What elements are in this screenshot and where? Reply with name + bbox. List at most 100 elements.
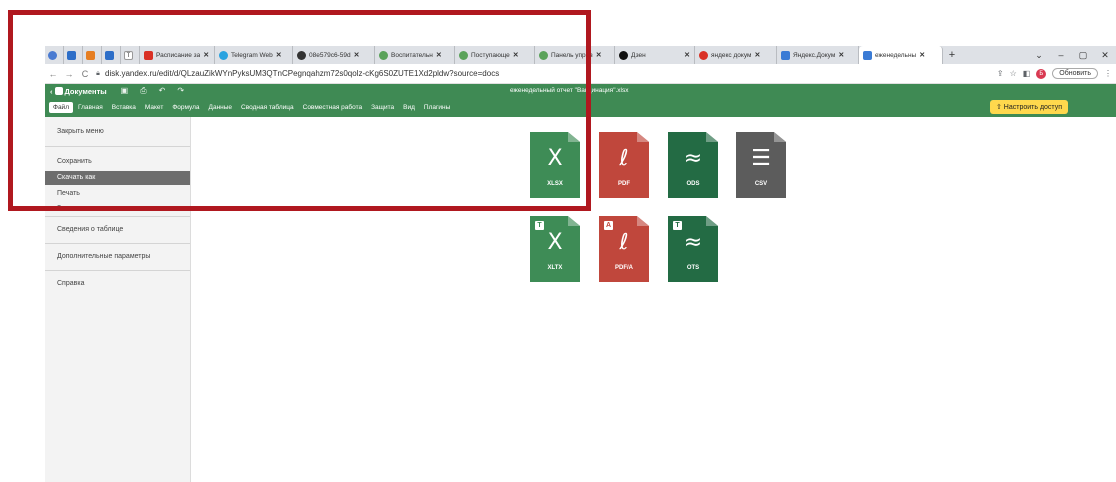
browser-menu-icon[interactable]: ⋮ (1104, 69, 1112, 78)
new-tab-button[interactable]: + (943, 49, 961, 61)
tab-title: Расписание за (156, 51, 201, 59)
format-tile-pdfa[interactable]: A ℓ PDF/A (599, 216, 649, 282)
document-title: еженедельный отчет "Вакцинация".xlsx (510, 87, 629, 94)
app-logo[interactable]: ‹ Документы (50, 87, 107, 96)
site-favicon-icon (539, 50, 548, 60)
print-icon[interactable]: ⎙ (140, 86, 146, 96)
tab-close-icon[interactable]: ✕ (203, 51, 209, 59)
tab-close-icon[interactable]: ✕ (754, 51, 760, 59)
archive-badge: A (604, 221, 613, 230)
menu-file[interactable]: Файл (49, 102, 73, 113)
tab-close-icon[interactable]: ✕ (919, 51, 925, 59)
format-label: XLSX (547, 181, 563, 187)
browser-tab[interactable]: яндекс докум ✕ (695, 46, 777, 64)
tab-title: еженедельны (875, 51, 917, 59)
browser-tab[interactable]: Расписание за ✕ (140, 46, 215, 64)
browser-tab[interactable] (45, 46, 64, 64)
minimize-icon[interactable]: – (1050, 50, 1072, 61)
profile-avatar[interactable]: Б (1036, 68, 1047, 79)
format-tile-xlsx[interactable]: X XLSX (530, 132, 580, 198)
menu-data[interactable]: Данные (205, 102, 236, 113)
menu-view[interactable]: Вид (399, 102, 419, 113)
lock-icon[interactable]: 🔒︎ (93, 70, 103, 78)
forward-icon[interactable]: → (61, 69, 77, 79)
browser-tab[interactable] (102, 46, 121, 64)
browser-tab[interactable]: Воспитательн ✕ (375, 46, 455, 64)
table-info-item[interactable]: Сведения о таблице (45, 223, 190, 237)
bookmark-star-icon[interactable]: ☆ (1010, 69, 1017, 78)
tab-close-icon[interactable]: ✕ (354, 51, 360, 59)
browser-tab[interactable]: 08e579c6-59d ✕ (293, 46, 375, 64)
menu-home[interactable]: Главная (74, 102, 107, 113)
menu-pivot-table[interactable]: Сводная таблица (237, 102, 298, 113)
side-panel-icon[interactable]: ◧ (1023, 69, 1031, 78)
browser-tab-active[interactable]: еженедельны ✕ (859, 46, 943, 64)
openoffice-icon: ≈ (683, 146, 703, 171)
yandex-icon (699, 50, 708, 60)
advanced-settings-item[interactable]: Дополнительные параметры (45, 250, 190, 264)
tab-close-icon[interactable]: ✕ (596, 51, 602, 59)
update-button[interactable]: Обновить (1052, 68, 1098, 79)
dzen-icon (619, 50, 628, 60)
help-item[interactable]: Справка (45, 277, 190, 291)
menu-insert[interactable]: Вставка (108, 102, 140, 113)
format-tile-xltx[interactable]: T X XLTX (530, 216, 580, 282)
tab-close-icon[interactable]: ✕ (838, 51, 844, 59)
menu-collaboration[interactable]: Совместная работа (299, 102, 366, 113)
back-chevron-icon: ‹ (50, 86, 53, 96)
screenshot-root: T Расписание за ✕ Telegram Web ✕ 08e579c6-… (0, 0, 1116, 482)
share-page-icon[interactable]: ⇪ (997, 69, 1004, 78)
browser-tab-strip: T Расписание за ✕ Telegram Web ✕ 08e579c6-… (45, 46, 1116, 64)
tab-favicon-icon (105, 50, 114, 60)
browser-tab[interactable]: Яндекс.Докум ✕ (777, 46, 859, 64)
yandex-docs-icon (863, 50, 872, 60)
reload-icon[interactable]: C (77, 69, 93, 79)
undo-icon[interactable]: ↶ (159, 86, 166, 96)
sidebar-divider (45, 146, 190, 147)
quick-tools: ▣ ⎙ ↶ ↷ (121, 86, 184, 96)
restore-icon[interactable]: ▢ (1072, 50, 1094, 61)
browser-tab[interactable]: Панель управ ✕ (535, 46, 615, 64)
menu-layout[interactable]: Макет (141, 102, 167, 113)
tab-favicon-icon: T (124, 50, 133, 60)
share-access-button[interactable]: ⇧ Настроить доступ (989, 100, 1068, 114)
browser-tab[interactable]: Поступающе ✕ (455, 46, 535, 64)
protect-item[interactable]: Защитить (45, 202, 190, 210)
openoffice-icon: ≈ (683, 230, 703, 255)
tab-close-icon[interactable]: ✕ (276, 51, 282, 59)
save-item[interactable]: Сохранить (45, 155, 190, 169)
tab-title: 08e579c6-59d (309, 51, 351, 59)
tab-close-icon[interactable]: ✕ (513, 51, 519, 59)
menu-formula[interactable]: Формула (168, 102, 203, 113)
format-tile-ods[interactable]: ≈ ODS (668, 132, 718, 198)
share-access-label: Настроить доступ (1003, 104, 1062, 111)
format-tile-csv[interactable]: ☰ CSV (736, 132, 786, 198)
format-label: ODS (686, 181, 700, 187)
browser-tab[interactable] (64, 46, 83, 64)
sidebar-divider (45, 216, 190, 217)
back-icon[interactable]: ← (45, 69, 61, 79)
save-icon[interactable]: ▣ (121, 86, 129, 96)
close-window-icon[interactable]: ✕ (1094, 50, 1116, 61)
share-icon: ⇧ (995, 104, 1004, 111)
tab-favicon-icon (67, 50, 76, 60)
browser-tab[interactable]: Дзен ✕ (615, 46, 695, 64)
menu-protection[interactable]: Защита (367, 102, 398, 113)
redo-icon[interactable]: ↷ (177, 86, 184, 96)
download-as-item[interactable]: Скачать как (45, 171, 190, 185)
close-menu-item[interactable]: Закрыть меню (45, 125, 190, 139)
format-tile-pdf[interactable]: ℓ PDF (599, 132, 649, 198)
format-label: OTS (686, 265, 700, 271)
format-tile-ots[interactable]: T ≈ OTS (668, 216, 718, 282)
tab-close-icon[interactable]: ✕ (684, 51, 690, 59)
csv-table-icon: ☰ (751, 146, 771, 171)
browser-tab[interactable]: Telegram Web ✕ (215, 46, 293, 64)
browser-tab[interactable]: T (121, 46, 140, 64)
menu-plugins[interactable]: Плагины (420, 102, 454, 113)
tab-search-icon[interactable]: ⌄ (1028, 50, 1050, 61)
tab-close-icon[interactable]: ✕ (436, 51, 442, 59)
url-field[interactable]: disk.yandex.ru/edit/d/QLzauZikWYnPyksUM3… (105, 69, 499, 78)
browser-tab[interactable] (83, 46, 102, 64)
print-item[interactable]: Печать (45, 187, 190, 201)
app-menu-bar: Файл Главная Вставка Макет Формула Данны… (45, 98, 1116, 117)
